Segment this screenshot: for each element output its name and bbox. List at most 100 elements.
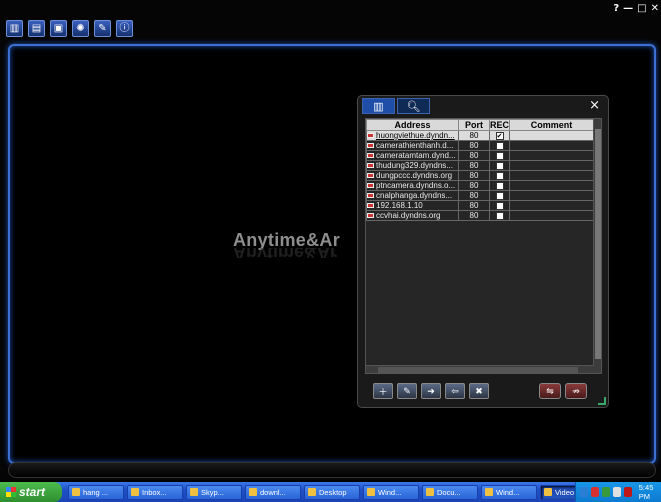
panel-tabs: ▥ 🔍︎ (362, 98, 430, 114)
split-view-tab[interactable]: ▥ (362, 98, 395, 114)
window-controls: ? — □ ✕ (613, 3, 659, 14)
window-icon (249, 488, 257, 496)
camera-list-panel: ▥ 🔍︎ × Address Port REC Comment huongvie… (357, 95, 609, 408)
camera-list-icon[interactable]: ▣ (50, 20, 67, 37)
taskbar-task[interactable]: downl... (245, 484, 301, 500)
search-tab[interactable]: 🔍︎ (397, 98, 430, 114)
taskbar-task[interactable]: Wind... (363, 484, 419, 500)
document-icon[interactable]: ▤ (28, 20, 45, 37)
system-tray: 5:45 PM (575, 482, 661, 502)
camera-action-buttons: ＋ ✎ ➜ ⇦ ✖ (373, 383, 489, 399)
camera-icon (367, 203, 374, 209)
help-button[interactable]: ? (613, 3, 619, 14)
taskbar-task[interactable]: Docu... (422, 484, 478, 500)
cell-port: 80 (458, 150, 490, 161)
rec-checkbox[interactable] (495, 141, 504, 150)
task-label: hang ... (83, 487, 109, 497)
task-label: Docu... (437, 487, 461, 497)
rec-checkbox[interactable] (495, 181, 504, 190)
info-icon[interactable]: ⓘ (116, 20, 133, 37)
cell-rec (488, 180, 511, 191)
tray-icon[interactable] (590, 487, 599, 497)
column-address[interactable]: Address (366, 119, 459, 131)
table-row[interactable]: cnalphanga.dyndns... 80 (366, 190, 594, 201)
table-row[interactable]: 192.168.1.10 80 (366, 200, 594, 211)
tools-icon[interactable]: ✎ (94, 20, 111, 37)
camera-icon (367, 153, 374, 159)
cell-rec (488, 170, 511, 181)
tray-icon[interactable] (623, 487, 632, 497)
panel-close-button[interactable]: × (589, 98, 600, 113)
tray-icon[interactable] (601, 487, 610, 497)
layout-icon[interactable]: ▥ (6, 20, 23, 37)
taskbar-task[interactable]: Wind... (481, 484, 537, 500)
table-row[interactable]: ptncamera.dyndns.o... 80 (366, 180, 594, 191)
cell-port: 80 (458, 210, 490, 221)
column-comment[interactable]: Comment (509, 119, 594, 131)
table-row[interactable]: thudung329.dyndns... 80 (366, 160, 594, 171)
task-label: Skyp... (201, 487, 224, 497)
minimize-button[interactable]: — (623, 3, 633, 14)
rec-checkbox[interactable] (495, 151, 504, 160)
cell-port: 80 (458, 140, 490, 151)
cell-address: cnalphanga.dyndns... (366, 190, 459, 201)
window-icon (72, 488, 80, 496)
rec-checkbox[interactable] (495, 201, 504, 210)
start-button[interactable]: start (0, 482, 62, 502)
cell-comment (509, 170, 594, 181)
table-row[interactable]: dungpccc.dyndns.org 80 (366, 170, 594, 181)
cell-address: ccvhai.dyndns.org (366, 210, 459, 221)
window-icon (190, 488, 198, 496)
taskbar-task[interactable]: Skyp... (186, 484, 242, 500)
clock: 5:45 PM (638, 483, 654, 501)
window-icon (131, 488, 139, 496)
disconnect-icon[interactable]: ⇏ (565, 383, 587, 399)
vertical-scrollbar[interactable] (593, 119, 601, 373)
scroll-thumb-h[interactable] (378, 367, 578, 373)
resize-grip[interactable] (598, 397, 606, 405)
cell-comment (509, 160, 594, 171)
connect-icon[interactable]: ⇋ (539, 383, 561, 399)
add-icon[interactable]: ＋ (373, 383, 393, 399)
cell-comment (509, 150, 594, 161)
window-icon (308, 488, 316, 496)
tray-icon[interactable] (580, 487, 588, 497)
cell-port: 80 (458, 200, 490, 211)
table-row[interactable]: ccvhai.dyndns.org 80 (366, 210, 594, 221)
rec-checkbox[interactable] (495, 171, 504, 180)
import-icon[interactable]: ⇦ (445, 383, 465, 399)
table-row[interactable]: huongviethue.dyndn... 80 ✔ (366, 130, 594, 141)
close-button[interactable]: ✕ (651, 3, 659, 14)
taskbar-task[interactable]: hang ... (68, 484, 124, 500)
settings-icon[interactable]: ✺ (72, 20, 89, 37)
cell-rec (488, 160, 511, 171)
tray-icon[interactable] (612, 487, 621, 497)
table-row[interactable]: camerathienthanh.d... 80 (366, 140, 594, 151)
window-icon (544, 488, 552, 496)
scroll-thumb[interactable] (595, 129, 601, 359)
taskbar-task[interactable]: Desktop (304, 484, 360, 500)
taskbar-task[interactable]: Inbox... (127, 484, 183, 500)
rec-checkbox[interactable]: ✔ (495, 131, 504, 140)
edit-icon[interactable]: ✎ (397, 383, 417, 399)
window-icon (367, 488, 375, 496)
taskbar: start hang ... Inbox... Skyp... downl... Des… (0, 482, 661, 502)
column-rec[interactable]: REC (488, 119, 511, 131)
maximize-button[interactable]: □ (637, 3, 646, 14)
rec-checkbox[interactable] (495, 161, 504, 170)
horizontal-scrollbar[interactable] (366, 365, 594, 373)
cell-address: ptncamera.dyndns.o... (366, 180, 459, 191)
task-label: downl... (260, 487, 286, 497)
export-icon[interactable]: ➜ (421, 383, 441, 399)
task-label: Desktop (319, 487, 347, 497)
cell-address: dungpccc.dyndns.org (366, 170, 459, 181)
delete-icon[interactable]: ✖ (469, 383, 489, 399)
column-port[interactable]: Port (458, 119, 490, 131)
rec-checkbox[interactable] (495, 191, 504, 200)
cell-address: camerathienthanh.d... (366, 140, 459, 151)
task-label: Wind... (378, 487, 402, 497)
table-row[interactable]: cameratamtam.dynd... 80 (366, 150, 594, 161)
address-text: dungpccc.dyndns.org (376, 171, 453, 180)
app-window: ▥ ▤ ▣ ✺ ✎ ⓘ ? — □ ✕ Anytime&Ar Anytime&A… (0, 0, 661, 480)
rec-checkbox[interactable] (495, 211, 504, 220)
